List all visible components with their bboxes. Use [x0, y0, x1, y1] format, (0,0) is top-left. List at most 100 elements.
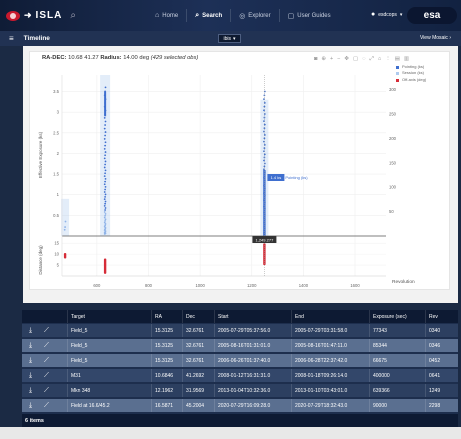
col-header-start[interactable]: Start — [214, 310, 291, 323]
table-row[interactable]: ⤓ ⟋ Field_5 15.3125 32.6761 2006-06-26T01:37:… — [22, 354, 458, 367]
cell-ra: 15.3125 — [151, 324, 182, 337]
plot-icon[interactable]: ⟋ — [39, 354, 54, 367]
lasso-icon[interactable]: ◌ — [362, 56, 365, 63]
legend-swatch — [396, 65, 399, 69]
cell-start: 2013-01-04T10:32:36.0 — [214, 384, 291, 397]
cell-ra: 10.6846 — [151, 369, 182, 382]
col-header-exposure[interactable]: Exposure (sec) — [369, 310, 425, 323]
cell-end: 2006-06-28T22:37:42.0 — [291, 354, 369, 367]
camera-icon[interactable]: ◙ — [314, 56, 317, 63]
cell-exposure: 90000 — [369, 399, 425, 412]
download-icon[interactable]: ⤓ — [23, 399, 38, 412]
cell-rev: 0346 — [425, 339, 458, 352]
radec-label: RA-DEC: — [42, 55, 67, 61]
nav-search[interactable]: ⌕ Search — [186, 9, 230, 22]
zoom-icon[interactable]: ⊕ — [321, 56, 326, 63]
cell-rev: 0452 — [425, 354, 458, 367]
spike-icon[interactable]: ⋮ — [385, 56, 391, 63]
plot-icon[interactable]: ⟋ — [39, 369, 54, 382]
cell-target: M31 — [67, 369, 151, 382]
chevron-down-icon: ▾ — [233, 35, 236, 42]
cell-start: 2005-08-16T01:31:01.0 — [214, 339, 291, 352]
view-mosaic-button[interactable]: View Mosaic › — [420, 35, 451, 41]
download-icon[interactable]: ⤓ — [23, 324, 38, 337]
plot-icon[interactable]: ⟋ — [39, 399, 54, 412]
legend-item[interactable]: Off-axis (deg) — [396, 77, 426, 83]
cell-dec: 32.6761 — [182, 324, 214, 337]
cell-target: Field_5 — [67, 324, 151, 337]
plot-icon[interactable]: ⟋ — [39, 324, 54, 337]
plus-icon[interactable]: + — [330, 56, 333, 63]
user-icon: ● — [371, 11, 376, 18]
nav-explorer[interactable]: ◎ Explorer — [230, 9, 278, 22]
cell-start: 2008-01-12T16:31:31.0 — [214, 369, 291, 382]
radius-label: Radius: — [100, 55, 122, 61]
footer — [0, 427, 461, 439]
plot-icon[interactable]: ⟋ — [39, 384, 54, 397]
esa-logo[interactable]: esa — [407, 7, 457, 24]
guides-icon: ▢ — [287, 12, 295, 20]
cell-end: 2008-01-18T09:26:14.0 — [291, 369, 369, 382]
cell-dec: 45.2004 — [182, 399, 214, 412]
hamburger-icon[interactable]: ≡ — [9, 34, 14, 43]
timeline-title: Timeline — [23, 35, 50, 42]
app-logo[interactable]: ➜ ISLA ⌕ — [6, 10, 76, 21]
user-menu[interactable]: ● esdcops ▾ — [371, 11, 402, 18]
cell-exposure: 639366 — [369, 384, 425, 397]
col-header-end[interactable]: End — [291, 310, 369, 323]
table-row[interactable]: ⤓ ⟋ Field_5 15.3125 32.6761 2005-07-29T05:37:… — [22, 324, 458, 337]
autoscale-icon[interactable]: ⤢ — [369, 56, 373, 63]
explorer-icon: ◎ — [239, 12, 246, 20]
download-icon[interactable]: ⤓ — [23, 384, 38, 397]
table-row[interactable]: ⤓ ⟋ M31 10.6846 41.2692 2008-01-12T16:31:31.0… — [22, 369, 458, 382]
cell-start: 2006-06-26T01:37:40.0 — [214, 354, 291, 367]
nav-search-label: Search — [202, 12, 223, 19]
chevron-down-icon: ▾ — [399, 11, 403, 18]
search-icon[interactable]: ⌕ — [70, 10, 76, 21]
cell-start: 2005-07-29T05:37:56.0 — [214, 324, 291, 337]
home-icon: ⌂ — [155, 12, 160, 19]
mission-select[interactable]: ibis ▾ — [218, 34, 241, 43]
download-icon[interactable]: ⤓ — [23, 354, 38, 367]
arrow-right-icon: ➜ — [24, 10, 32, 20]
minus-icon[interactable]: − — [337, 56, 340, 63]
cell-dec: 32.6761 — [182, 354, 214, 367]
cell-start: 2020-07-29T16:09:28.0 — [214, 399, 291, 412]
pan-icon[interactable]: ✥ — [344, 56, 349, 63]
col-header-ra[interactable]: RA — [151, 310, 182, 323]
cell-exposure: 66675 — [369, 354, 425, 367]
nav-user-guides[interactable]: ▢ User Guides — [278, 9, 339, 22]
plotly-logo-icon[interactable]: ▥ — [404, 56, 409, 63]
download-icon[interactable]: ⤓ — [23, 369, 38, 382]
view-mosaic-label: View Mosaic — [419, 35, 448, 41]
col-header-dec[interactable]: Dec — [182, 310, 214, 323]
table-header: Target RA Dec Start End Exposure (sec) R… — [22, 310, 458, 323]
nav-guides-label: User Guides — [297, 12, 331, 19]
cell-rev: 0340 — [425, 324, 458, 337]
top-bar: ➜ ISLA ⌕ ⌂ Home ⌕ Search ◎ Explorer ▢ Us… — [0, 0, 461, 31]
table-row[interactable]: ⤓ ⟋ Field at 16.6/45.2 16.5871 45.2004 2020-0… — [22, 399, 458, 412]
col-header-rev[interactable]: Rev — [425, 310, 458, 323]
cell-dec: 32.6761 — [182, 339, 214, 352]
isla-logo-icon — [6, 10, 20, 21]
hover-icon[interactable]: ▤ — [395, 56, 400, 63]
table-row[interactable]: ⤓ ⟋ Mkn 348 12.1962 31.9569 2013-01-04T10:32:… — [22, 384, 458, 397]
download-icon[interactable]: ⤓ — [23, 339, 38, 352]
cell-ra: 15.3125 — [151, 339, 182, 352]
items-count: 6 items — [22, 414, 458, 427]
cell-target: Field_5 — [67, 339, 151, 352]
table-row[interactable]: ⤓ ⟋ Field_5 15.3125 32.6761 2005-08-16T01:31:… — [22, 339, 458, 352]
chevron-right-icon: › — [449, 35, 451, 41]
plot-icon[interactable]: ⟋ — [39, 339, 54, 352]
box-select-icon[interactable]: ▢ — [353, 56, 358, 63]
chart-container — [29, 51, 450, 290]
cell-end: 2020-07-29T18:32:43.0 — [291, 399, 369, 412]
chart-toolbar: ◙ ⊕ + − ✥ ▢ ◌ ⤢ ⌂ ⋮ ▤ ▥ — [314, 56, 409, 63]
reset-icon[interactable]: ⌂ — [378, 56, 381, 63]
nav-home[interactable]: ⌂ Home — [147, 9, 186, 22]
chart-legend: Pointing (ks) Session (ks) Off-axis (deg… — [396, 64, 426, 83]
cell-rev: 1249 — [425, 384, 458, 397]
cell-ra: 16.5871 — [151, 399, 182, 412]
cell-ra: 12.1962 — [151, 384, 182, 397]
col-header-target[interactable]: Target — [67, 310, 151, 323]
